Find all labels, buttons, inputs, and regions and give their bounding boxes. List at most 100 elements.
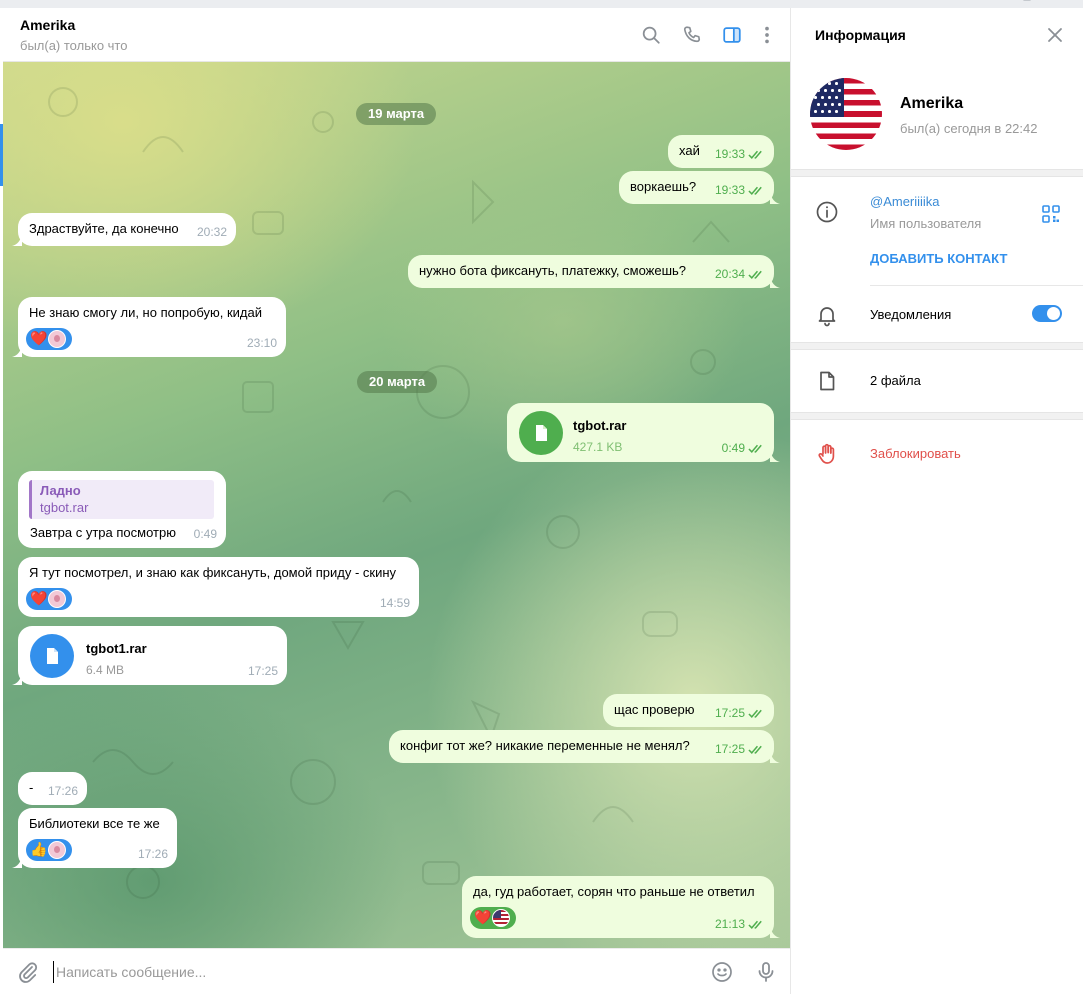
flag-canton <box>810 78 844 117</box>
read-checkmarks-icon <box>748 270 762 279</box>
message-reactions[interactable]: ❤️ <box>26 588 72 610</box>
window-minimize-mark[interactable] <box>1023 0 1031 1</box>
read-checkmarks-icon <box>748 709 762 718</box>
read-checkmarks-icon <box>748 186 762 195</box>
file-size: 6.4 MB <box>86 663 125 677</box>
message-time: 21:13 <box>714 917 745 931</box>
reply-quote[interactable]: Ладно tgbot.rar <box>29 480 214 519</box>
sidebar-toggle-icon[interactable] <box>721 24 743 46</box>
message-bubble-incoming[interactable]: Здраствуйте, да конечно 20:32 <box>12 213 236 246</box>
message-text: хай <box>679 143 700 158</box>
chat-messages-area[interactable]: 19 марта 20 марта хай 19:33 воркаешь? 19… <box>3 62 790 948</box>
emoji-icon[interactable] <box>710 960 734 984</box>
message-time: 19:33 <box>714 183 745 197</box>
notifications-label: Уведомления <box>870 307 952 322</box>
message-time: 17:25 <box>247 664 278 678</box>
block-user-button[interactable]: Заблокировать <box>870 446 961 461</box>
qr-code-icon[interactable] <box>1041 204 1061 224</box>
message-time: 17:26 <box>137 847 168 861</box>
username-caption: Имя пользователя <box>870 216 982 231</box>
bubble-tail <box>770 192 780 204</box>
section-separator <box>791 169 1083 177</box>
read-checkmarks-icon <box>748 920 762 929</box>
more-vertical-icon[interactable] <box>756 24 778 46</box>
message-text: Библиотеки все те же <box>29 816 160 831</box>
message-bubble-outgoing[interactable]: щас проверю 17:25 <box>603 694 774 727</box>
message-bubble-incoming[interactable]: Я тут посмотрел, и знаю как фиксануть, д… <box>18 557 419 617</box>
add-contact-button[interactable]: ДОБАВИТЬ КОНТАКТ <box>870 251 1007 266</box>
message-text: да, гуд работает, сорян что раньше не от… <box>473 884 755 899</box>
heart-reaction-icon: ❤️ <box>474 909 492 925</box>
file-download-icon[interactable] <box>519 411 563 455</box>
thumbs-up-reaction-icon: 👍 <box>30 841 48 857</box>
bubble-tail <box>770 751 780 763</box>
info-panel-title: Информация <box>815 27 906 43</box>
chat-title[interactable]: Amerika <box>20 17 75 33</box>
message-bubble-outgoing[interactable]: конфиг тот же? никакие переменные не мен… <box>389 730 780 763</box>
message-time: 14:59 <box>379 596 410 610</box>
date-separator: 19 марта <box>356 103 437 125</box>
reaction-chip[interactable]: ❤️ <box>470 907 516 929</box>
message-reactions[interactable]: 👍 <box>26 839 72 861</box>
message-bubble-incoming[interactable]: - 17:26 <box>18 772 87 805</box>
shared-files-item[interactable]: 2 файла <box>870 373 921 388</box>
microphone-icon[interactable] <box>754 960 778 984</box>
phone-icon[interactable] <box>681 24 703 46</box>
bubble-tail <box>770 926 780 938</box>
section-separator <box>791 342 1083 350</box>
reactor-avatar <box>48 841 66 859</box>
message-bubble-outgoing[interactable]: воркаешь? 19:33 <box>619 171 780 204</box>
message-reactions[interactable]: ❤️ <box>26 328 72 350</box>
date-separator: 20 марта <box>357 371 438 393</box>
row-divider <box>870 285 1083 286</box>
file-message-outgoing[interactable]: tgbot.rar 427.1 KB 0:49 <box>507 403 780 462</box>
search-icon[interactable] <box>640 24 662 46</box>
message-text: Завтра с утра посмотрю <box>30 525 176 540</box>
info-panel: Информация Amerika был(а) сегодня в 22:4… <box>791 8 1083 994</box>
heart-reaction-icon: ❤️ <box>30 330 48 346</box>
hand-block-icon <box>815 442 839 466</box>
file-size: 427.1 KB <box>573 440 623 454</box>
reactor-avatar <box>48 590 66 608</box>
file-name: tgbot1.rar <box>86 641 147 656</box>
message-time: 17:26 <box>47 784 78 798</box>
file-message-incoming[interactable]: tgbot1.rar 6.4 MB 17:25 <box>12 626 287 685</box>
close-icon[interactable] <box>1046 26 1064 44</box>
profile-name: Amerika <box>900 95 964 112</box>
reaction-chip[interactable]: ❤️ <box>26 588 72 610</box>
username-link[interactable]: @Ameriiiika <box>870 194 940 209</box>
reply-author: Ладно <box>40 483 81 498</box>
message-time: 17:25 <box>714 706 745 720</box>
message-composer <box>3 948 790 994</box>
message-reactions[interactable]: ❤️ <box>470 907 516 929</box>
file-name: tgbot.rar <box>573 418 627 433</box>
message-time: 20:32 <box>196 225 227 239</box>
notifications-toggle[interactable] <box>1032 305 1062 322</box>
message-time: 17:25 <box>714 742 745 756</box>
message-bubble-incoming[interactable]: Библиотеки все те же 👍 17:26 <box>12 808 177 868</box>
message-input[interactable] <box>53 961 673 983</box>
message-time: 0:49 <box>193 527 217 541</box>
reaction-chip[interactable]: ❤️ <box>26 328 72 350</box>
us-flag-avatar <box>492 909 510 927</box>
info-icon <box>815 200 839 224</box>
message-bubble-incoming-reply[interactable]: Ладно tgbot.rar Завтра с утра посмотрю 0… <box>18 471 226 548</box>
bell-icon <box>815 303 839 327</box>
attach-icon[interactable] <box>16 960 40 984</box>
bubble-tail <box>12 345 22 357</box>
message-text: щас проверю <box>614 702 695 717</box>
read-checkmarks-icon <box>748 745 762 754</box>
message-bubble-outgoing[interactable]: хай 19:33 <box>668 135 774 168</box>
reaction-chip[interactable]: 👍 <box>26 839 72 861</box>
profile-avatar[interactable] <box>810 78 882 150</box>
file-download-icon[interactable] <box>30 634 74 678</box>
message-bubble-outgoing[interactable]: нужно бота фиксануть, платежку, сможешь?… <box>408 255 780 288</box>
message-bubble-outgoing[interactable]: да, гуд работает, сорян что раньше не от… <box>462 876 780 938</box>
bubble-tail <box>12 673 22 685</box>
message-bubble-incoming[interactable]: Не знаю смогу ли, но попробую, кидай ❤️ … <box>12 297 286 357</box>
bubble-tail <box>770 276 780 288</box>
bubble-tail <box>770 450 780 462</box>
chat-status: был(а) только что <box>20 38 128 53</box>
file-icon <box>815 369 839 393</box>
message-text: - <box>29 780 34 795</box>
